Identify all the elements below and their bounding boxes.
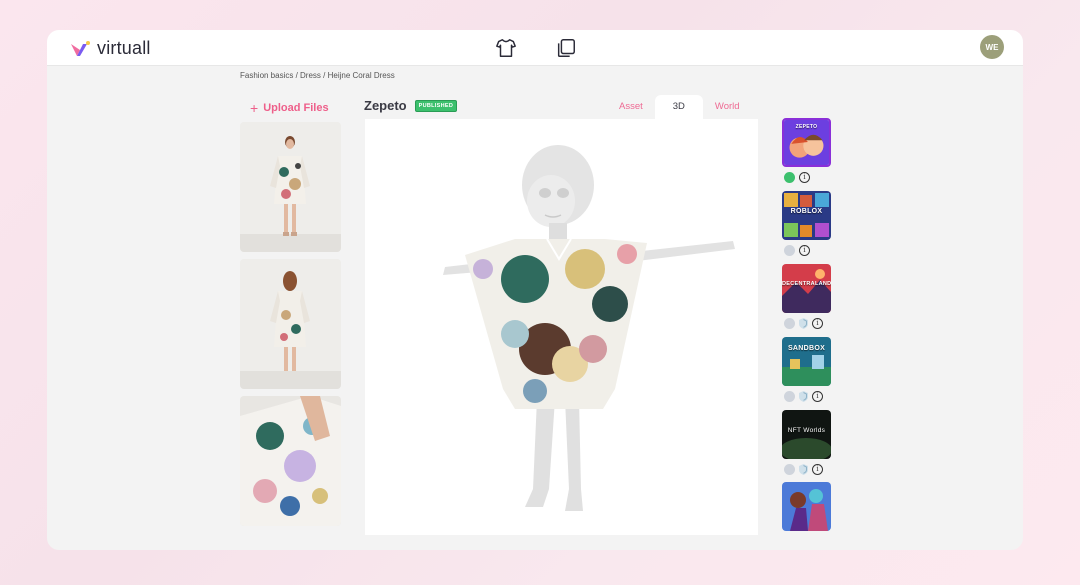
platform-nft-worlds[interactable]: NFT Worlds i — [782, 410, 832, 475]
decentraland-thumbnail[interactable]: DECENTRALAND — [782, 264, 831, 313]
shield-icon — [799, 464, 808, 475]
status-dot — [784, 464, 795, 475]
zepeto-logo-label: ZEPETO — [795, 124, 818, 130]
status-dot — [784, 391, 795, 402]
shield-icon — [799, 318, 808, 329]
tab-3d[interactable]: 3D — [654, 95, 703, 119]
game-six-thumbnail[interactable] — [782, 482, 831, 531]
thumbnail-back-view[interactable] — [240, 259, 341, 389]
platform-zepeto[interactable]: ZEPETO i — [782, 118, 832, 183]
thumbnail-detail-view[interactable] — [240, 396, 341, 526]
status-dot — [784, 318, 795, 329]
platform-game-six[interactable] — [782, 482, 832, 531]
platform-name: Zepeto — [364, 98, 407, 113]
tab-world[interactable]: World — [703, 95, 752, 119]
platform-roblox[interactable]: ROBLOX i — [782, 191, 832, 256]
platform-decentraland[interactable]: DECENTRALAND i — [782, 264, 832, 329]
info-icon[interactable]: i — [812, 391, 823, 402]
sandbox-logo-label: SANDBOX — [787, 345, 826, 352]
view-tabs: Asset 3D World — [607, 95, 752, 119]
avatar[interactable]: WE — [980, 35, 1004, 59]
app-window: virtuall WE Fashion basics / Dress / Hei… — [47, 30, 1023, 550]
copy-icon[interactable] — [555, 37, 577, 59]
upload-files-button[interactable]: + Upload Files — [250, 100, 329, 116]
roblox-thumbnail[interactable]: ROBLOX — [782, 191, 831, 240]
decentraland-status-row: i — [782, 318, 832, 329]
sandbox-status-row: i — [782, 391, 832, 402]
sandbox-thumbnail[interactable]: SANDBOX — [782, 337, 831, 386]
roblox-status-row: i — [782, 245, 832, 256]
top-bar: virtuall WE — [47, 30, 1023, 66]
plus-icon: + — [250, 100, 259, 116]
3d-viewer[interactable] — [365, 119, 758, 535]
status-badge: PUBLISHED — [414, 99, 458, 112]
info-icon[interactable]: i — [799, 245, 810, 256]
tshirt-icon[interactable] — [495, 37, 517, 59]
decentraland-logo-label: DECENTRALAND — [782, 281, 831, 287]
avatar-3d-model[interactable] — [365, 119, 758, 535]
platform-sandbox[interactable]: SANDBOX i — [782, 337, 832, 402]
logo-icon — [71, 40, 90, 56]
zepeto-thumbnail[interactable]: ZEPETO — [782, 118, 831, 167]
info-icon[interactable]: i — [799, 172, 810, 183]
nft-worlds-status-row: i — [782, 464, 832, 475]
breadcrumb[interactable]: Fashion basics / Dress / Heijne Coral Dr… — [240, 71, 395, 80]
nft-worlds-thumbnail[interactable]: NFT Worlds — [782, 410, 831, 459]
zepeto-status-row: i — [782, 172, 832, 183]
thumbnail-front-view[interactable] — [240, 122, 341, 252]
upload-files-label: Upload Files — [263, 102, 329, 114]
status-dot — [784, 172, 795, 183]
logo[interactable]: virtuall — [69, 38, 151, 59]
app-name: virtuall — [97, 38, 151, 58]
platform-title: Zepeto PUBLISHED — [364, 98, 458, 113]
tab-asset[interactable]: Asset — [607, 95, 655, 119]
info-icon[interactable]: i — [812, 318, 823, 329]
roblox-logo-label: ROBLOX — [790, 208, 823, 215]
shield-icon — [799, 391, 808, 402]
status-dot — [784, 245, 795, 256]
nft-worlds-logo-label: NFT Worlds — [787, 427, 826, 434]
info-icon[interactable]: i — [812, 464, 823, 475]
